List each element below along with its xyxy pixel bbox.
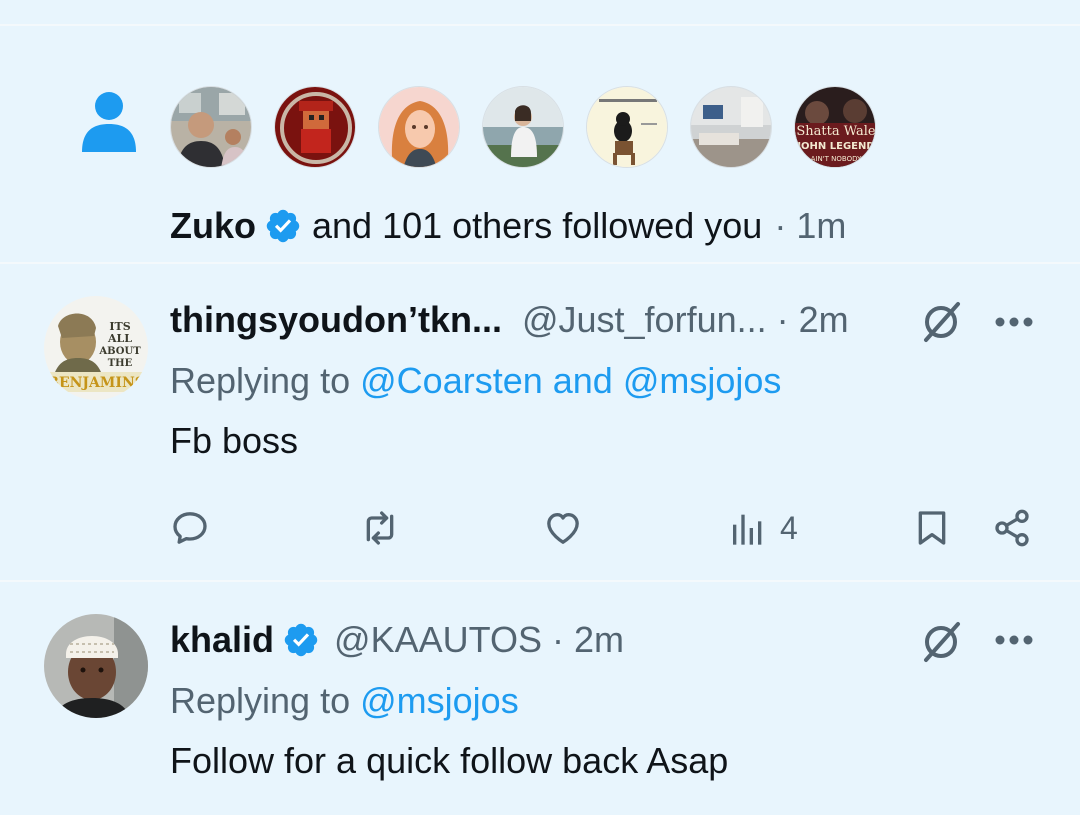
follow-summary: Zuko and 101 others followed you · 1m: [170, 204, 846, 248]
replying-to: Replying to @Coarsten and @msjojos: [170, 360, 781, 402]
verified-badge-icon: [284, 623, 318, 657]
person-icon: [82, 92, 136, 152]
avatar[interactable]: [690, 86, 772, 168]
follow-notification[interactable]: Shatta Wale JOHN LEGEND AIN'T NOBODY Zuk…: [0, 28, 1080, 264]
avatar-title-legend: JOHN LEGEND: [796, 141, 874, 152]
views-count: 4: [780, 509, 798, 546]
like-button[interactable]: [543, 500, 583, 556]
avatar[interactable]: [378, 86, 460, 168]
time-separator: ·: [774, 205, 787, 246]
tweet-time[interactable]: 2m: [574, 619, 624, 661]
follow-time: 1m: [796, 205, 847, 246]
time-separator: ·: [551, 619, 564, 660]
replying-to-users-link[interactable]: @msjojos: [360, 680, 519, 721]
replying-to: Replying to @msjojos: [170, 680, 519, 722]
more-options-icon[interactable]: [994, 316, 1034, 328]
bookmark-icon: [918, 511, 946, 545]
heart-icon: [547, 513, 579, 544]
replying-to-label: Replying to: [170, 360, 351, 401]
views-button[interactable]: 4: [728, 500, 798, 556]
svg-text:ALL: ALL: [107, 332, 132, 345]
tweet-text: Follow for a quick follow back Asap: [170, 740, 729, 781]
display-name[interactable]: khalid: [170, 619, 274, 661]
verified-badge-icon: [266, 209, 300, 243]
follower-name[interactable]: Zuko: [170, 204, 256, 248]
repost-icon: [366, 511, 394, 545]
svg-text:BENJAMINS: BENJAMINS: [47, 375, 145, 391]
tweet-header: thingsyoudon’tkn... @Just_forfun... · 2m: [170, 296, 849, 344]
avatar[interactable]: [482, 86, 564, 168]
replying-to-label: Replying to: [170, 680, 351, 721]
avatar[interactable]: [274, 86, 356, 168]
tweet-actions: 4: [0, 500, 1080, 556]
tweet-text: Fb boss: [170, 420, 299, 461]
avatar[interactable]: Shatta Wale JOHN LEGEND AIN'T NOBODY: [794, 86, 876, 168]
tweet-header: khalid @KAAUTOS · 2m: [170, 616, 624, 664]
more-options-icon[interactable]: [994, 634, 1034, 646]
display-name[interactable]: thingsyoudon’tkn...: [170, 299, 502, 341]
reply-icon: [173, 512, 207, 544]
repost-button[interactable]: [360, 500, 400, 556]
replying-to-users-link[interactable]: @Coarsten and @msjojos: [360, 360, 781, 401]
avatar[interactable]: ITS ALL ABOUT THE BENJAMINS: [44, 296, 148, 400]
avatar-title-nobody: AIN'T NOBODY: [811, 155, 862, 163]
reply-tweet[interactable]: khalid @KAAUTOS · 2m Replying to @msjojo…: [0, 584, 1080, 815]
reply-button[interactable]: [170, 500, 210, 556]
share-button[interactable]: [992, 500, 1032, 556]
avatar-title-shatta: Shatta Wale: [796, 124, 876, 139]
avatar[interactable]: [586, 86, 668, 168]
analytics-icon: [733, 514, 762, 545]
avatar[interactable]: [44, 614, 148, 718]
user-handle[interactable]: @KAAUTOS: [334, 619, 542, 661]
user-handle[interactable]: @Just_forfun...: [522, 299, 767, 341]
reply-tweet[interactable]: ITS ALL ABOUT THE BENJAMINS thingsyoudon…: [0, 264, 1080, 582]
share-icon: [995, 509, 1029, 547]
bookmark-button[interactable]: [912, 500, 952, 556]
svg-text:THE: THE: [108, 358, 133, 369]
tweet-time[interactable]: 2m: [799, 299, 849, 341]
previous-item-edge: [0, 0, 1080, 26]
grok-icon[interactable]: [918, 298, 964, 344]
time-separator: ·: [776, 299, 789, 340]
svg-text:ABOUT: ABOUT: [98, 346, 141, 357]
follow-others-text: and 101 others followed you: [312, 205, 763, 246]
avatar[interactable]: [170, 86, 252, 168]
grok-icon[interactable]: [918, 618, 964, 664]
